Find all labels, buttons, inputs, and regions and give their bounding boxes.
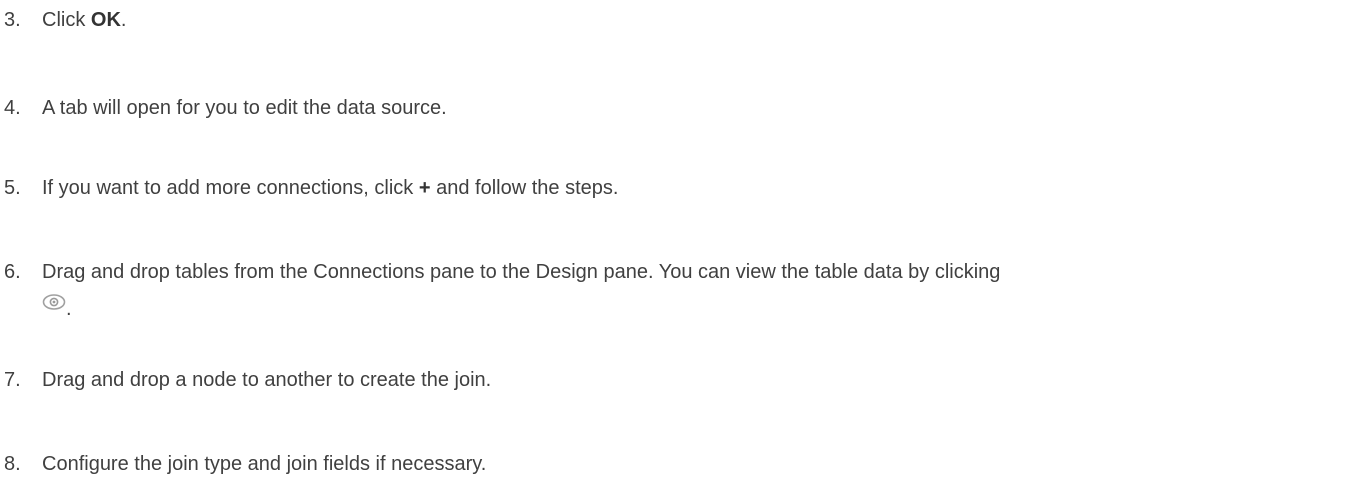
step-icon-line: . — [42, 292, 72, 321]
eye-icon — [42, 292, 66, 318]
step-text: Drag and drop tables from the Connection… — [42, 261, 1001, 283]
period-after-icon: . — [66, 298, 72, 321]
step-number: 4. — [4, 97, 21, 119]
ok-button-reference: OK — [90, 9, 121, 31]
step-text: A tab will open for you to edit the data… — [42, 97, 447, 119]
step-text: Drag and drop a node to another to creat… — [42, 369, 492, 391]
step-number: 8. — [4, 453, 21, 475]
step-text: Click OK. — [42, 9, 127, 31]
step-text: Configure the join type and join fields … — [42, 453, 487, 475]
step-number: 7. — [4, 369, 21, 391]
step-number: 6. — [4, 261, 21, 283]
step-number: 3. — [4, 9, 21, 31]
plus-button-reference: + — [418, 177, 431, 199]
step-text: If you want to add more connections, cli… — [42, 177, 619, 199]
step-number: 5. — [4, 177, 21, 199]
